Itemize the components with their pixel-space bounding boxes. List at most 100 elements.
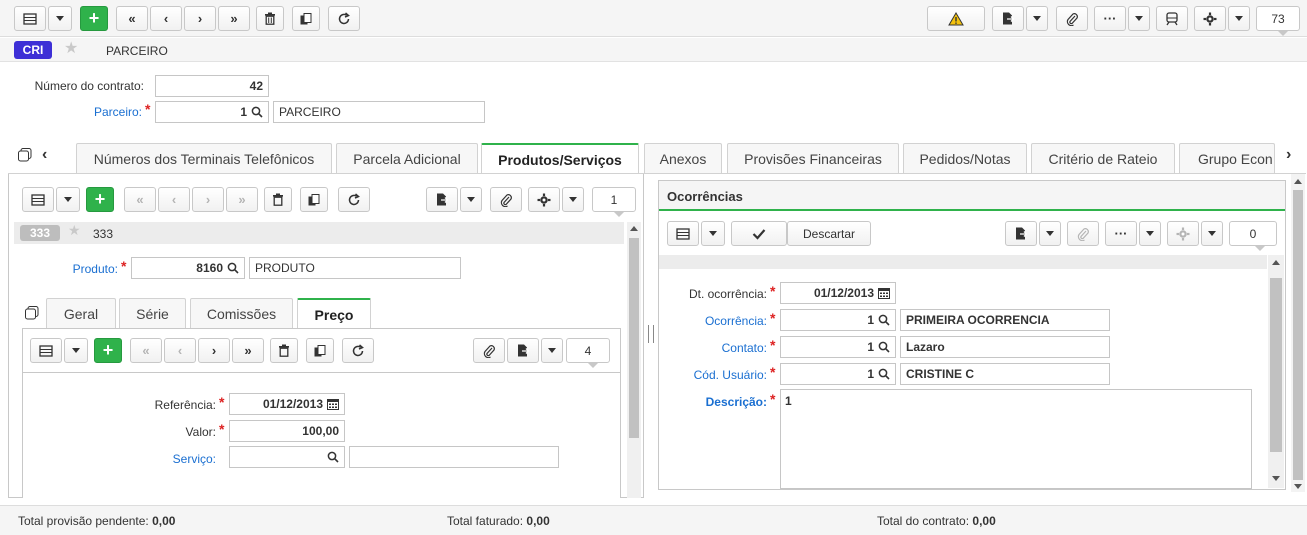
search-icon[interactable]: [251, 106, 263, 118]
occurrences-save-button[interactable]: [731, 221, 787, 246]
products-previous-button[interactable]: ‹: [158, 187, 190, 212]
tab-provisoes-financeiras[interactable]: Provisões Financeiras: [727, 143, 899, 173]
subtab-serie[interactable]: Série: [119, 298, 186, 328]
tab-pedidos-notas[interactable]: Pedidos/Notas: [903, 143, 1027, 173]
price-add-button[interactable]: +: [94, 338, 122, 363]
products-settings-dropdown[interactable]: [562, 187, 584, 212]
products-favorite-star-icon[interactable]: ★: [68, 222, 81, 239]
search-icon[interactable]: [227, 262, 239, 274]
more-actions-dropdown[interactable]: [1128, 6, 1150, 31]
tab-anexos[interactable]: Anexos: [644, 143, 722, 173]
products-grid-button[interactable]: [22, 187, 54, 212]
search-icon[interactable]: [878, 314, 890, 326]
page-scroll-up[interactable]: [1294, 179, 1302, 184]
occurrence-code-field[interactable]: 1: [780, 309, 896, 331]
tabs-scroll-left[interactable]: ‹: [42, 146, 47, 164]
first-record-button[interactable]: «: [116, 6, 148, 31]
price-export-button[interactable]: [507, 338, 539, 363]
price-grid-button[interactable]: [30, 338, 62, 363]
tab-grupo-economico[interactable]: Grupo Econ: [1179, 143, 1275, 173]
price-first-button[interactable]: «: [130, 338, 162, 363]
grid-view-button[interactable]: [14, 6, 46, 31]
add-button[interactable]: +: [80, 6, 108, 31]
next-record-button[interactable]: ›: [184, 6, 216, 31]
user-code-label[interactable]: Cód. Usuário:: [668, 368, 767, 382]
warning-button[interactable]: [927, 6, 985, 31]
products-next-button[interactable]: ›: [192, 187, 224, 212]
subtab-geral[interactable]: Geral: [46, 298, 116, 328]
price-delete-button[interactable]: [270, 338, 298, 363]
products-first-button[interactable]: «: [124, 187, 156, 212]
contract-number-field[interactable]: 42: [155, 75, 269, 97]
product-code-field[interactable]: 8160: [131, 257, 245, 279]
value-field[interactable]: 100,00: [229, 420, 345, 442]
products-export-dropdown[interactable]: [460, 187, 482, 212]
grid-view-dropdown[interactable]: [48, 6, 72, 31]
occurrence-date-field[interactable]: 01/12/2013: [780, 282, 896, 304]
refresh-button[interactable]: [328, 6, 360, 31]
description-textarea[interactable]: 1: [780, 389, 1252, 489]
occurrences-export-dropdown[interactable]: [1039, 221, 1061, 246]
partner-label[interactable]: Parceiro:: [20, 105, 142, 119]
contact-label[interactable]: Contato:: [668, 341, 767, 355]
products-last-button[interactable]: »: [226, 187, 258, 212]
navigation-button[interactable]: [1156, 6, 1188, 31]
search-icon[interactable]: [878, 368, 890, 380]
tab-produtos-servicos[interactable]: Produtos/Serviços: [481, 143, 639, 174]
occurrences-export-button[interactable]: [1005, 221, 1037, 246]
price-export-dropdown[interactable]: [541, 338, 563, 363]
price-last-button[interactable]: »: [232, 338, 264, 363]
tab-criterio-rateio[interactable]: Critério de Rateio: [1031, 143, 1175, 173]
service-label[interactable]: Serviço:: [120, 452, 216, 466]
export-button[interactable]: [992, 6, 1024, 31]
page-scroll-down[interactable]: [1294, 484, 1302, 489]
occurrences-more-dropdown[interactable]: [1139, 221, 1161, 246]
price-refresh-button[interactable]: [342, 338, 374, 363]
service-code-field[interactable]: [229, 446, 345, 468]
products-copy-button[interactable]: [300, 187, 328, 212]
export-dropdown[interactable]: [1026, 6, 1048, 31]
tab-terminais[interactable]: Números dos Terminais Telefônicos: [76, 143, 332, 173]
occurrences-discard-button[interactable]: Descartar: [787, 221, 871, 246]
attach-button[interactable]: [1056, 6, 1088, 31]
products-refresh-button[interactable]: [338, 187, 370, 212]
last-record-button[interactable]: »: [218, 6, 250, 31]
products-delete-button[interactable]: [264, 187, 292, 212]
price-previous-button[interactable]: ‹: [164, 338, 196, 363]
products-grid-dropdown[interactable]: [56, 187, 80, 212]
tab-list-icon[interactable]: [18, 148, 32, 162]
subtab-comissoes[interactable]: Comissões: [190, 298, 293, 328]
reference-date-field[interactable]: 01/12/2013: [229, 393, 345, 415]
occurrences-grid-button[interactable]: [667, 221, 699, 246]
tab-parcela-adicional[interactable]: Parcela Adicional: [336, 143, 478, 173]
occurrences-more-button[interactable]: ···: [1105, 221, 1137, 246]
occurrences-scroll-up[interactable]: [1272, 260, 1280, 265]
product-label[interactable]: Produto:: [40, 262, 118, 276]
products-scroll-up[interactable]: [630, 226, 638, 231]
panel-splitter[interactable]: [648, 325, 654, 343]
occurrences-attach-button[interactable]: [1067, 221, 1099, 246]
price-grid-dropdown[interactable]: [64, 338, 88, 363]
occurrences-settings-dropdown[interactable]: [1201, 221, 1223, 246]
search-icon[interactable]: [327, 451, 339, 463]
occurrences-settings-button[interactable]: [1167, 221, 1199, 246]
copy-button[interactable]: [292, 6, 320, 31]
subtab-preco[interactable]: Preço: [297, 298, 371, 329]
products-export-button[interactable]: [426, 187, 458, 212]
price-next-button[interactable]: ›: [198, 338, 230, 363]
contact-code-field[interactable]: 1: [780, 336, 896, 358]
more-actions-button[interactable]: ···: [1094, 6, 1126, 31]
occurrences-grid-dropdown[interactable]: [701, 221, 725, 246]
favorite-star-icon[interactable]: ★: [64, 38, 78, 58]
partner-code-field[interactable]: 1: [155, 101, 269, 123]
previous-record-button[interactable]: ‹: [150, 6, 182, 31]
occurrences-scrollbar-thumb[interactable]: [1270, 278, 1282, 452]
price-copy-button[interactable]: [306, 338, 334, 363]
occurrences-scroll-down[interactable]: [1272, 476, 1280, 481]
user-code-field[interactable]: 1: [780, 363, 896, 385]
products-add-button[interactable]: +: [86, 187, 114, 212]
tabs-scroll-right[interactable]: ›: [1286, 146, 1291, 164]
subtab-list-icon[interactable]: [25, 306, 39, 320]
products-attach-button[interactable]: [490, 187, 522, 212]
occurrence-label[interactable]: Ocorrência:: [668, 314, 767, 328]
